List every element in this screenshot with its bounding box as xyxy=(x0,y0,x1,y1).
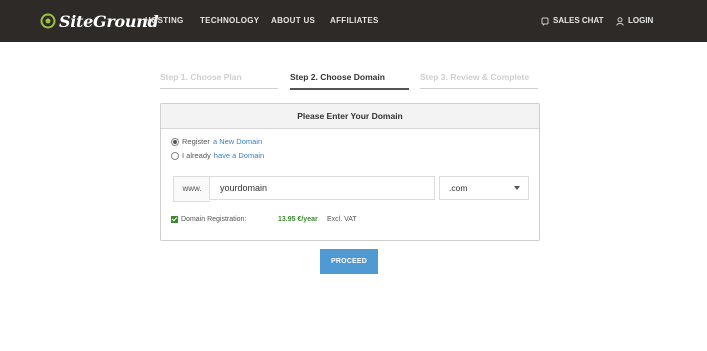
option-existing-domain[interactable]: I already have a Domain xyxy=(171,151,264,160)
nav-affiliates[interactable]: AFFILIATES xyxy=(330,0,379,42)
siteground-logo[interactable]: SiteGround xyxy=(40,11,159,31)
step-review-complete: Step 3. Review & Complete xyxy=(420,72,538,89)
user-icon xyxy=(616,16,624,26)
card-title: Please Enter Your Domain xyxy=(161,104,539,129)
option-existing-prefix: I already xyxy=(182,151,211,160)
registration-price: 13.95 €/year xyxy=(278,216,318,223)
sales-chat-link[interactable]: SALES CHAT xyxy=(541,0,604,42)
radio-unselected-icon[interactable] xyxy=(171,151,179,160)
nav-about-us[interactable]: ABOUT US xyxy=(271,0,315,42)
top-header: SiteGround HOSTING TECHNOLOGY ABOUT US A… xyxy=(0,0,707,42)
chat-icon xyxy=(541,17,549,26)
chevron-down-icon xyxy=(514,186,520,190)
sales-chat-label: SALES CHAT xyxy=(553,16,604,25)
domain-input[interactable] xyxy=(209,176,435,200)
option-existing-link[interactable]: have a Domain xyxy=(214,151,264,160)
proceed-button[interactable]: PROCEED xyxy=(320,249,378,274)
option-register-new-domain[interactable]: Register a New Domain xyxy=(171,137,262,146)
registration-vat-note: Excl. VAT xyxy=(327,216,357,223)
tld-selected-value: .com xyxy=(449,183,468,193)
option-register-link[interactable]: a New Domain xyxy=(213,137,262,146)
www-prefix: www. xyxy=(173,176,210,202)
domain-card: Please Enter Your Domain Register a New … xyxy=(160,103,540,241)
brand-name: SiteGround xyxy=(59,11,159,31)
login-link[interactable]: LOGIN xyxy=(616,0,653,42)
nav-hosting[interactable]: HOSTING xyxy=(145,0,184,42)
step-choose-plan[interactable]: Step 1. Choose Plan xyxy=(160,72,278,89)
registration-label: Domain Registration: xyxy=(181,216,247,223)
step-choose-domain: Step 2. Choose Domain xyxy=(290,72,409,90)
tld-select[interactable]: .com xyxy=(439,176,529,200)
login-label: LOGIN xyxy=(628,16,654,25)
checkbox-checked-icon[interactable] xyxy=(171,216,178,223)
domain-registration-row: Domain Registration: xyxy=(171,216,246,223)
nav-technology[interactable]: TECHNOLOGY xyxy=(200,0,259,42)
option-register-prefix: Register xyxy=(182,137,210,146)
siteground-logo-icon xyxy=(40,13,56,29)
radio-selected-icon[interactable] xyxy=(171,137,179,146)
